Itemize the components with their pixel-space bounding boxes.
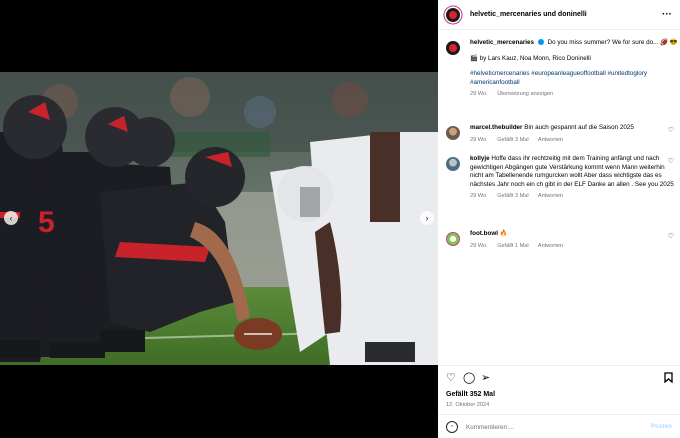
post-comment-button[interactable]: Posten [651, 423, 672, 430]
post-media: 5 ‹ › [0, 0, 438, 438]
comment-item: kollyje Hoffe dass ihr rechtzeitig mit d… [446, 155, 678, 201]
comment-time: 29 Wo. [470, 136, 488, 143]
comment-item: foot.bowl 🔥 29 Wo. Gefällt 1 Mal Antwort… [446, 230, 678, 250]
post-detail-panel: helvetic_mercenaries und doninelli ··· h… [438, 0, 680, 438]
previous-slide-button[interactable]: ‹ [4, 211, 18, 225]
comment-text: Hoffe dass ihr rechtzeitig mit dem Train… [470, 155, 674, 188]
caption-avatar[interactable] [446, 41, 460, 55]
comment-username[interactable]: foot.bowl [470, 230, 498, 237]
action-icons: ♡ ◯ ➢ [446, 372, 673, 386]
comment-username[interactable]: kollyje [470, 155, 490, 162]
post-header: helvetic_mercenaries und doninelli ··· [438, 0, 680, 30]
caption-text: Do you miss summer? We for sure do... 🏈 … [547, 39, 678, 46]
author-avatar[interactable] [446, 7, 460, 22]
post-actions: ♡ ◯ ➢ Gefällt 352 Mal 12. Oktober 2024 ᵕ… [438, 365, 680, 438]
caption-username[interactable]: helvetic_mercenaries [470, 39, 534, 46]
reply-button[interactable]: Antworten [538, 137, 563, 143]
reply-button[interactable]: Antworten [538, 243, 563, 249]
comment-text: 🔥 [499, 230, 508, 237]
comment-icon[interactable]: ◯ [463, 372, 475, 384]
caption-credits: 🎬 by Lars Kauz, Noa Monn, Rico Doninelli [470, 54, 591, 62]
reply-button[interactable]: Antworten [538, 193, 563, 199]
translate-link[interactable]: Übersetzung anzeigen [497, 91, 553, 97]
comment-time: 29 Wo. [470, 193, 488, 200]
caption: helvetic_mercenaries Do you miss summer?… [446, 39, 678, 99]
heart-icon[interactable]: ♡ [446, 372, 456, 384]
ellipsis-icon[interactable]: ··· [662, 9, 672, 20]
post-date: 12. Oktober 2024 [446, 402, 490, 408]
emoji-icon[interactable]: ᵕ [446, 421, 458, 433]
post-author-names[interactable]: helvetic_mercenaries und doninelli [470, 11, 587, 18]
comment-like-heart-icon[interactable]: ♡ [668, 232, 674, 240]
share-icon[interactable]: ➢ [481, 372, 490, 384]
jersey-number: 5 [38, 206, 55, 239]
comment-likes[interactable]: Gefällt 1 Mal [497, 243, 528, 249]
comment-time: 29 Wo. [470, 242, 488, 249]
football-lineup-photo: 5 [0, 72, 438, 365]
caption-time: 29 Wo. [470, 91, 488, 98]
add-comment-bar: ᵕ Posten [438, 414, 680, 438]
like-count[interactable]: Gefällt 352 Mal [446, 391, 495, 398]
bookmark-icon[interactable] [664, 372, 673, 386]
commenter-avatar[interactable] [446, 157, 460, 171]
comments-list[interactable]: helvetic_mercenaries Do you miss summer?… [438, 31, 680, 365]
caption-hashtags[interactable]: #helveticmercenaries #europeanleagueoffo… [470, 70, 678, 87]
comment-input[interactable] [466, 420, 636, 434]
verified-badge-icon [537, 39, 544, 46]
comment-like-heart-icon[interactable]: ♡ [668, 157, 674, 165]
comment-like-heart-icon[interactable]: ♡ [668, 126, 674, 134]
caption-body: helvetic_mercenaries Do you miss summer?… [470, 39, 678, 99]
commenter-avatar[interactable] [446, 232, 460, 246]
comment-text: Bin auch gespannt auf die Saison 2025 [524, 124, 634, 131]
comment-username[interactable]: marcel.thebuilder [470, 124, 523, 131]
comment-likes[interactable]: Gefällt 3 Mal [497, 137, 528, 143]
next-slide-button[interactable]: › [420, 211, 434, 225]
comment-item: marcel.thebuilder Bin auch gespannt auf … [446, 124, 678, 144]
comment-likes[interactable]: Gefällt 3 Mal [497, 193, 528, 199]
commenter-avatar[interactable] [446, 126, 460, 140]
post-photo[interactable]: 5 [0, 72, 438, 365]
